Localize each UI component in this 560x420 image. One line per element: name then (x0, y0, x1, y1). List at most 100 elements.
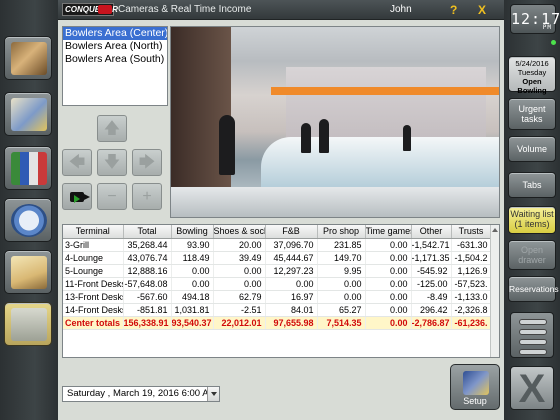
camera-item[interactable]: Bowlers Area (Center) (63, 27, 167, 40)
table-scrollbar[interactable] (490, 225, 499, 357)
value-cell: 0.00 (171, 277, 214, 291)
pan-right-button[interactable]: 🡆 (132, 149, 162, 176)
value-cell: -61,236. (451, 316, 492, 330)
app-logo: CONQUEROR (62, 3, 118, 16)
status-indicator (551, 40, 556, 45)
zoom-out-button[interactable]: − (97, 183, 127, 210)
table-row[interactable]: 13-Front Desks -567.60 494.18 62.79 16.97 0.0… (63, 290, 492, 304)
column-header[interactable]: F&B (265, 225, 318, 239)
reservations-button[interactable]: Reservations (508, 276, 559, 302)
session-date-button[interactable]: 5/24/2016 Tuesday Open Bowling (508, 56, 556, 95)
totals-row[interactable]: Center totals 156,338.91 93,540.37 22,012.0… (63, 316, 492, 330)
table-row[interactable]: 4-Lounge 43,076.74 118.49 39.49 45,444.67 149… (63, 251, 492, 265)
value-cell: 1,126.9 (451, 264, 492, 278)
value-cell: 22,012.01 (213, 316, 266, 330)
value-cell: -567.60 (123, 290, 172, 304)
session-action: Open Bowling (517, 77, 547, 95)
open-drawer-button[interactable]: Open drawer (508, 240, 556, 270)
value-cell: -57,648.08 (123, 277, 172, 291)
volume-button[interactable]: Volume (508, 136, 556, 162)
terminal-cell: 11-Front Desks (63, 277, 124, 291)
column-header[interactable]: Total (123, 225, 172, 239)
urgent-tasks-button[interactable]: Urgent tasks (508, 98, 556, 130)
pan-down-button[interactable]: 🡇 (97, 149, 127, 176)
value-cell: 0.00 (265, 277, 318, 291)
value-cell: 62.79 (213, 290, 266, 304)
income-table[interactable]: Terminal Total Bowling Shoes & socks F&B… (62, 224, 500, 358)
notes-button[interactable] (4, 250, 52, 294)
camera-list[interactable]: Bowlers Area (Center) Bowlers Area (Nort… (62, 26, 168, 106)
timer-button[interactable] (4, 198, 52, 242)
exit-button[interactable]: X (510, 366, 554, 411)
waiting-list-button[interactable]: Waiting list (1 items) (508, 206, 556, 234)
value-cell: -851.81 (123, 303, 172, 317)
table-row[interactable]: 14-Front Desks -851.81 1,031.81 -2.51 84.01 6… (63, 303, 492, 317)
arrow-right-icon: 🡆 (138, 154, 156, 171)
pan-up-button[interactable]: 🡅 (97, 115, 127, 142)
close-icon[interactable]: X (478, 3, 492, 17)
value-cell: 12,888.16 (123, 264, 172, 278)
column-header[interactable]: Pro shop (317, 225, 366, 239)
reports-button[interactable] (4, 146, 52, 190)
column-header[interactable]: Bowling (171, 225, 214, 239)
value-cell: 93.90 (171, 238, 214, 252)
value-cell: 93,540.37 (171, 316, 214, 330)
tools-icon (463, 371, 489, 395)
value-cell: 0.00 (365, 277, 412, 291)
setup-button[interactable]: Setup (450, 364, 500, 410)
camera-view-button[interactable] (62, 183, 92, 210)
value-cell: -1,504.2 (451, 251, 492, 265)
value-cell: 65.27 (317, 303, 366, 317)
date-time-picker[interactable]: Saturday , March 19, 2016 6:00 AM (62, 386, 220, 402)
column-header[interactable]: Terminal (63, 225, 124, 239)
value-cell: -2.51 (213, 303, 266, 317)
play-icon (74, 195, 80, 203)
tabs-button[interactable]: Tabs (508, 172, 556, 198)
table-row[interactable]: 11-Front Desks -57,648.08 0.00 0.00 0.00 0.00… (63, 277, 492, 291)
column-header[interactable]: Trusts (451, 225, 492, 239)
value-cell: 35,268.44 (123, 238, 172, 252)
value-cell: 149.70 (317, 251, 366, 265)
reservation-button[interactable] (4, 92, 52, 136)
table-header-row: Terminal Total Bowling Shoes & socks F&B… (63, 225, 492, 239)
value-cell: -631.30 (451, 238, 492, 252)
column-header[interactable]: Shoes & socks (213, 225, 266, 239)
column-header[interactable]: Time games (365, 225, 412, 239)
value-cell: 0.00 (317, 277, 366, 291)
menu-stack-button[interactable] (510, 312, 554, 358)
main-panel: Bowlers Area (Center) Bowlers Area (Nort… (58, 20, 504, 420)
zoom-in-button[interactable]: + (132, 183, 162, 210)
value-cell: -1,133.0 (451, 290, 492, 304)
camera-item[interactable]: Bowlers Area (North) (63, 40, 167, 53)
table-row[interactable]: 3-Grill 35,268.44 93.90 20.00 37,096.70 231.8… (63, 238, 492, 252)
value-cell: 231.85 (317, 238, 366, 252)
column-header[interactable]: Other (411, 225, 452, 239)
clock: 12:17 PM (510, 4, 560, 34)
plus-icon: + (142, 188, 152, 205)
arrow-left-icon: 🡄 (68, 154, 86, 171)
date-time-value: Saturday , March 19, 2016 6:00 AM (67, 388, 217, 399)
value-cell: 9.95 (317, 264, 366, 278)
value-cell: 0.00 (213, 264, 266, 278)
terminal-cell: 3-Grill (63, 238, 124, 252)
dropdown-icon[interactable] (207, 387, 219, 401)
clock-suffix: PM (542, 24, 552, 31)
help-icon[interactable]: ? (450, 3, 464, 17)
setup-label: Setup (463, 396, 487, 406)
camera-icon (11, 308, 47, 341)
camera-video-feed (170, 26, 500, 218)
value-cell: 296.42 (411, 303, 452, 317)
value-cell: 97,655.98 (265, 316, 318, 330)
table-row[interactable]: 5-Lounge 12,888.16 0.00 0.00 12,297.23 9.95 0.… (63, 264, 492, 278)
value-cell: 0.00 (365, 290, 412, 304)
window-title: Cameras & Real Time Income (118, 4, 252, 15)
camera-button[interactable] (4, 302, 52, 346)
pos-button[interactable]: 1-7 (4, 36, 52, 127)
pan-left-button[interactable]: 🡄 (62, 149, 92, 176)
camera-item[interactable]: Bowlers Area (South) (63, 53, 167, 66)
minus-icon: − (107, 188, 117, 205)
reservation-icon (11, 98, 47, 131)
value-cell: 16.97 (265, 290, 318, 304)
session-date: 5/24/2016 (515, 59, 549, 68)
value-cell: 0.00 (317, 290, 366, 304)
